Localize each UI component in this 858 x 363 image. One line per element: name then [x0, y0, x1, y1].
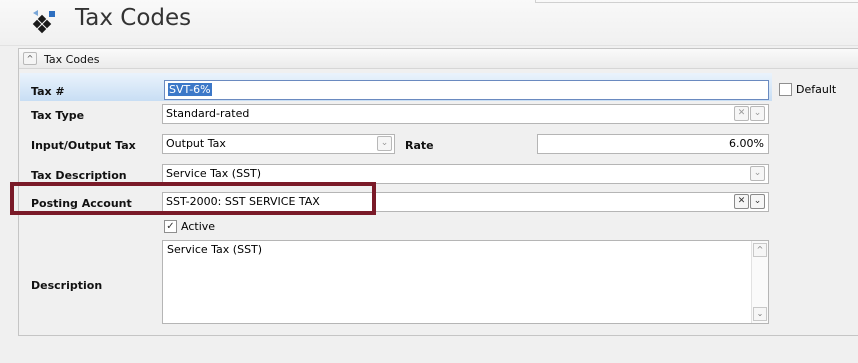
tax-description-value: Service Tax (SST) — [166, 167, 262, 180]
input-output-label: Input/Output Tax — [31, 139, 136, 152]
diamond-grid-icon — [32, 10, 55, 34]
panel-header: ^ Tax Codes — [19, 49, 858, 69]
active-label: Active — [181, 220, 216, 233]
tax-no-label: Tax # — [31, 85, 65, 98]
page-title: Tax Codes — [75, 5, 192, 31]
rate-input[interactable]: 6.00% — [537, 134, 769, 154]
panel-title: Tax Codes — [44, 53, 100, 66]
tax-type-label: Tax Type — [31, 109, 85, 122]
collapse-button[interactable]: ^ — [23, 52, 37, 65]
description-value: Service Tax (SST) — [167, 243, 263, 256]
description-scrollbar[interactable]: ^ ⌄ — [751, 241, 768, 323]
tax-description-select[interactable]: Service Tax (SST) ⌄ — [162, 164, 769, 184]
tax-description-label: Tax Description — [31, 169, 127, 182]
default-checkbox[interactable] — [779, 83, 792, 96]
description-label: Description — [31, 279, 103, 292]
tax-no-input[interactable]: SVT-6% — [164, 80, 769, 100]
active-checkbox[interactable]: ✓ — [164, 220, 177, 233]
posting-account-dropdown-icon[interactable]: ⌄ — [750, 194, 765, 209]
default-label: Default — [796, 83, 837, 96]
rate-label: Rate — [405, 139, 434, 152]
input-output-value: Output Tax — [166, 137, 226, 150]
tax-description-dropdown-icon[interactable]: ⌄ — [750, 166, 765, 181]
header-divider — [535, 0, 858, 3]
input-output-dropdown-icon[interactable]: ⌄ — [377, 136, 392, 151]
tax-no-value: SVT-6% — [168, 83, 212, 96]
highlight-annotation — [10, 182, 376, 215]
tax-type-value: Standard-rated — [166, 107, 250, 120]
description-textarea[interactable]: Service Tax (SST) ^ ⌄ — [162, 240, 769, 324]
tax-type-dropdown-icon[interactable]: ⌄ — [750, 106, 765, 121]
window-header: Tax Codes — [0, 0, 858, 46]
scroll-down-icon[interactable]: ⌄ — [753, 307, 767, 321]
tax-type-clear-icon[interactable]: ✕ — [734, 106, 749, 121]
scroll-up-icon[interactable]: ^ — [753, 243, 767, 257]
input-output-select[interactable]: Output Tax ⌄ — [162, 134, 395, 154]
posting-account-clear-icon[interactable]: ✕ — [734, 194, 749, 209]
tax-type-select[interactable]: Standard-rated ✕ ⌄ — [162, 104, 769, 124]
